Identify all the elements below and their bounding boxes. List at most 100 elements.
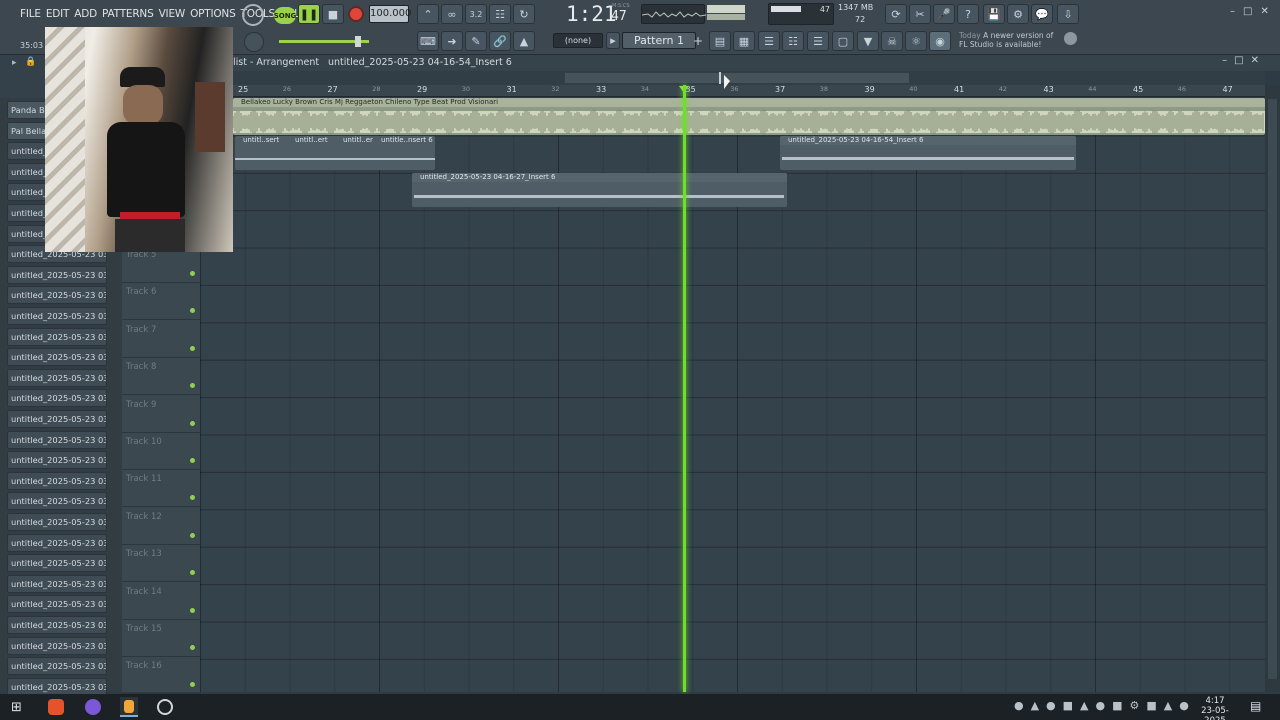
track-mute-led-icon[interactable] (190, 420, 195, 426)
playlist-overview-bar[interactable] (233, 71, 1265, 85)
track-header[interactable]: Track 6 (122, 283, 200, 321)
link-icon[interactable]: 🔗 (489, 31, 511, 51)
piano-roll-icon[interactable]: ☰ (758, 31, 780, 51)
pattern-song-dial-icon[interactable] (242, 4, 264, 26)
microphone-icon[interactable]: 🎤 (933, 4, 955, 24)
playhead[interactable] (683, 85, 686, 692)
browser-item[interactable]: untitled_2025-05-23 03- (7, 348, 107, 367)
track-header[interactable]: Track 8 (122, 358, 200, 396)
song-mode-button[interactable]: SONG (274, 7, 296, 24)
time-display[interactable]: 1:21 (566, 2, 617, 26)
tempo-tapper-icon[interactable]: ☠ (881, 31, 903, 51)
track-mute-led-icon[interactable] (190, 682, 195, 688)
track-mute-led-icon[interactable] (190, 532, 195, 538)
tempo-display[interactable]: 100.000 (369, 5, 411, 23)
track-mute-led-icon[interactable] (190, 383, 195, 389)
clip-group-1[interactable]: untitl..sert untitl..ert untitl..er unti… (235, 136, 435, 170)
track-mute-led-icon[interactable] (190, 271, 195, 276)
browser-item[interactable]: untitled_2025-05-23 03- (7, 368, 107, 387)
track-header[interactable]: Track 15 (122, 620, 200, 657)
master-pitch-knob[interactable] (244, 32, 264, 52)
track-header[interactable]: Track 14 (122, 583, 200, 620)
project-picker-icon[interactable]: ▢ (832, 31, 854, 51)
browser-item[interactable]: untitled_2025-05-23 03- (7, 389, 107, 408)
track-mute-led-icon[interactable] (190, 458, 195, 463)
pattern-selector[interactable]: Pattern 1 (622, 32, 696, 49)
track-header[interactable]: Track 12 (122, 508, 200, 545)
browser-item[interactable]: untitled_2025-05-23 03- (7, 636, 107, 655)
help-icon[interactable]: ? (957, 4, 979, 24)
menu-patterns[interactable]: PATTERNS (102, 5, 154, 23)
browser-item[interactable]: untitled_2025-05-23 03- (7, 574, 107, 593)
track-mute-led-icon[interactable] (190, 607, 195, 613)
stamp-icon[interactable]: ▲ (513, 31, 535, 51)
mixer-icon[interactable]: ☷ (782, 31, 804, 51)
timeline-ruler[interactable]: 25 26 27 28 29 30 31 32 33 34 35 36 37 38 39 40 41 42 43 44… (233, 85, 1265, 97)
fl-studio-taskbar-icon[interactable] (120, 697, 138, 717)
browser-item[interactable]: untitled_2025-05-23 03- (7, 307, 107, 325)
vertical-scroll-thumb[interactable] (1268, 99, 1277, 679)
stop-button[interactable]: ■ (322, 4, 344, 24)
loop-record-icon[interactable]: ↻ (513, 4, 535, 24)
browser-lock-icon[interactable]: 🔒 (25, 57, 36, 67)
update-globe-icon[interactable] (1064, 32, 1077, 45)
clip-insert-6-b[interactable]: untitled_2025-05-23 04-16-54_Insert 6 (780, 136, 1076, 170)
windows-start-icon[interactable]: ⊞ (11, 700, 22, 715)
playlist-window-controls[interactable]: –□✕ (1222, 55, 1266, 66)
obs-icon[interactable] (157, 699, 173, 715)
browser-item[interactable]: untitled_2025-05-23 03- (7, 451, 107, 470)
vertical-scrollbar[interactable] (1265, 85, 1280, 692)
browser-icon[interactable]: ☰ (807, 31, 829, 51)
browser-item[interactable]: untitled_2025-05-23 03- (7, 410, 107, 428)
shop-icon[interactable]: ◉ (929, 31, 951, 51)
menu-edit[interactable]: EDIT (46, 5, 70, 23)
notifications-icon[interactable]: ▤ (1250, 699, 1261, 713)
menu-file[interactable]: FILE (20, 5, 41, 23)
record-button[interactable] (348, 6, 364, 22)
metronome-icon[interactable]: ⌃ (417, 4, 439, 24)
browser-item[interactable]: untitled_2025-05-23 03- (7, 616, 107, 634)
browser-item[interactable]: untitled_2025-05-23 03- (7, 327, 107, 346)
pattern-prev-icon[interactable]: ▸ (606, 32, 620, 49)
track-header[interactable]: Track 16 (122, 657, 200, 695)
browser-item[interactable]: untitled_2025-05-23 03- (7, 430, 107, 449)
wait-input-icon[interactable]: ∞ (441, 4, 463, 24)
add-pattern-icon[interactable]: + (693, 34, 703, 48)
playlist-breadcrumb[interactable]: untitled_2025-05-23 04-16-54_Insert 6 (328, 57, 512, 68)
play-pause-button[interactable]: ❚❚ (298, 4, 320, 24)
undo-history-icon[interactable]: ⟳ (885, 4, 907, 24)
save-icon[interactable]: 💾 (983, 4, 1005, 24)
browser-item[interactable]: untitled_2025-05-23 03- (7, 513, 107, 531)
clock[interactable]: 4:17 23-05-2025 (1193, 696, 1237, 720)
browser-item[interactable]: untitled_2025-05-23 03- (7, 265, 107, 284)
download-icon[interactable]: ⇩ (1057, 4, 1079, 24)
cut-tool-icon[interactable]: ✂ (909, 4, 931, 24)
menu-view[interactable]: VIEW (159, 5, 186, 23)
browser-arrow-icon[interactable]: ▸ (12, 58, 17, 68)
plugin-database-icon[interactable]: ▼ (857, 31, 879, 51)
channel-rack-icon[interactable]: ▦ (733, 31, 755, 51)
browser-item[interactable]: untitled_2025-05-23 03- (7, 657, 107, 676)
browser-item[interactable]: untitled_2025-05-23 03- (7, 492, 107, 511)
track-mute-led-icon[interactable] (190, 308, 195, 314)
update-notice[interactable]: Today A newer version of FL Studio is av… (959, 31, 1053, 49)
countdown-icon[interactable]: 3.2 (465, 4, 487, 24)
browser-item[interactable]: untitled_2025-05-23 03- (7, 471, 107, 490)
track-mute-led-icon[interactable] (190, 645, 195, 650)
brush-icon[interactable]: ✎ (465, 31, 487, 51)
track-mute-led-icon[interactable] (190, 570, 195, 576)
browser-item[interactable]: untitled_2025-05-23 03- (7, 533, 107, 552)
browser-item[interactable]: untitled_2025-05-23 03- (7, 286, 107, 305)
browser-item[interactable]: untitled_2025-05-23 03- (7, 595, 107, 614)
snap-selector[interactable]: (none) (553, 33, 603, 48)
touch-keyboard-icon[interactable]: ⚛ (905, 31, 927, 51)
snap-arrow-icon[interactable]: ➜ (441, 31, 463, 51)
slider-handle[interactable] (355, 36, 361, 47)
menu-add[interactable]: ADD (74, 5, 97, 23)
clip-insert-6-a[interactable]: untitled_2025-05-23 04-16-27_Insert 6 (412, 173, 787, 207)
track-mute-led-icon[interactable] (190, 495, 195, 501)
plugin-icon[interactable]: ⚙ (1007, 4, 1029, 24)
typing-keyboard-icon[interactable]: ⌨ (417, 31, 439, 51)
brave-browser-icon[interactable] (48, 699, 64, 715)
track-header[interactable]: Track 13 (122, 545, 200, 583)
